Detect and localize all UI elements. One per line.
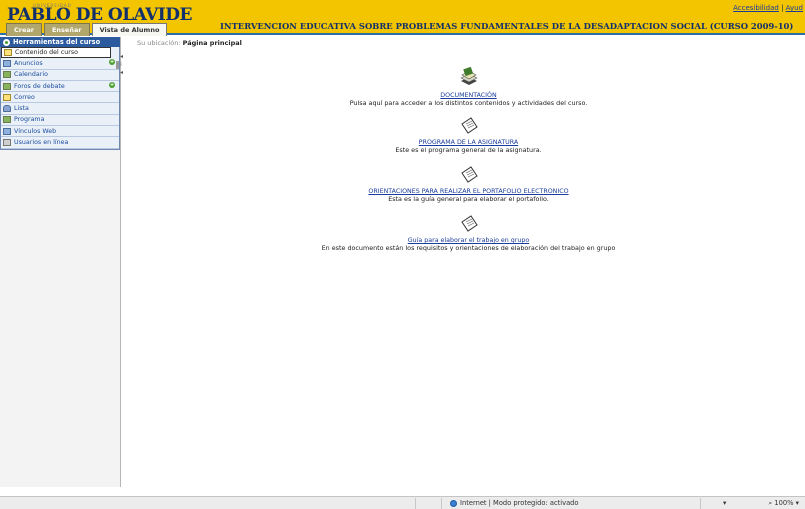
people-icon [3,105,11,113]
top-links: Accesibilidad | Ayud [733,4,803,12]
zoom-control[interactable]: ⌕ 100% ▾ [768,499,799,508]
breadcrumb-prefix: Su ubicación: [137,39,181,47]
globe-icon [450,499,457,507]
magnifier-icon: ⌕ [768,499,773,507]
browser-status-bar: Internet | Modo protegido: activado ▾ ⌕ … [0,496,805,509]
status-divider [700,498,701,509]
forum-icon [3,82,11,90]
sidebar-item-programa[interactable]: Programa [1,115,119,127]
folder-icon [4,49,12,57]
collapse-left-arrow-icon[interactable]: ◂ [120,69,123,77]
new-items-plus-icon: + [109,59,115,66]
sidebar-item-foros[interactable]: Foros de debate + [1,81,119,93]
guia-trabajo-grupo-link[interactable]: Guía para elaborar el trabajo en grupo [408,237,529,244]
zone-dropdown-icon[interactable]: ▾ [723,499,726,507]
sidebar-item-contenido[interactable]: Contenido del curso [1,47,119,69]
zoom-level: 100% [774,499,794,507]
sidebar-item-usuarios[interactable]: Usuarios en línea [1,137,119,149]
tab-ensenar[interactable]: Enseñar [43,23,90,36]
link-separator: | [781,4,784,12]
tools-icon [3,38,10,46]
accessibility-link[interactable]: Accesibilidad [733,4,779,12]
mode-tabs: Crear Enseñar Vista de Alumno [6,23,169,36]
browser-window: UNIVERSIDAD PABLO DE OLAVIDE Accesibilid… [0,0,805,509]
security-zone[interactable]: Internet | Modo protegido: activado [450,499,579,507]
content-item: Guía para elaborar el trabajo en grupo E… [132,214,805,252]
zoom-dropdown-icon[interactable]: ▾ [796,499,799,507]
sidebar-item-label: Usuarios en línea [14,139,69,147]
documentacion-link[interactable]: DOCUMENTACIÓN [440,92,496,99]
orientaciones-portafolio-link[interactable]: ORIENTACIONES PARA REALIZAR EL PORTAFOLI… [368,188,568,195]
main-content: Su ubicación: Página principal DOCUMENTA… [132,37,805,487]
tab-vista-alumno[interactable]: Vista de Alumno [91,23,168,36]
calendar-icon [3,71,11,79]
sidebar-item-label: Calendario [14,71,48,79]
sidebar-item-label: Anuncios [14,59,43,67]
header-banner: UNIVERSIDAD PABLO DE OLAVIDE Accesibilid… [0,0,805,36]
sidebar-item-label: Programa [14,116,45,124]
sidebar-item-label: Correo [14,93,35,101]
status-divider [415,498,416,509]
grip-icon: ⁞ [120,61,122,68]
item-description: Este es el programa general de la asigna… [395,146,542,154]
document-icon[interactable] [458,165,480,185]
university-logo[interactable]: UNIVERSIDAD PABLO DE OLAVIDE [7,2,192,24]
content-item: ORIENTACIONES PARA REALIZAR EL PORTAFOLI… [132,165,805,203]
sidebar-item-label: Lista [14,105,29,113]
collapse-sidebar-control[interactable]: ◂ ⁞ ◂ [120,53,123,77]
logo-text: PABLO DE OLAVIDE [7,5,192,25]
new-items-plus-icon: + [109,81,115,88]
item-description: Pulsa aquí para acceder a los distintos … [349,99,588,107]
tab-crear[interactable]: Crear [6,23,42,36]
item-description: Esta es la guía general para elaborar el… [388,195,549,203]
sidebar-item-vinculos[interactable]: Vínculos Web [1,126,119,138]
sidebar-item-correo[interactable]: Correo [1,92,119,104]
help-link[interactable]: Ayud [786,4,803,12]
sidebar-list: Contenido del curso Anuncios + Calendari… [0,47,120,150]
programa-asignatura-link[interactable]: PROGRAMA DE LA ASIGNATURA [419,139,518,146]
document-icon[interactable] [458,116,480,136]
sidebar-item-label: Contenido del curso [15,49,78,57]
sidebar-item-anuncios[interactable]: Anuncios + [1,58,119,70]
online-users-icon [3,139,11,147]
course-tools-sidebar: Herramientas del curso Contenido del cur… [0,37,121,487]
collapse-left-arrow-icon[interactable]: ◂ [120,53,123,61]
content-item: DOCUMENTACIÓN Pulsa aquí para acceder a … [132,67,805,107]
breadcrumb: Su ubicación: Página principal [137,39,242,47]
status-divider [441,498,442,509]
sidebar-heading-label: Herramientas del curso [13,38,101,46]
course-title: INTERVENCION EDUCATIVA SOBRE PROBLEMAS F… [220,21,794,31]
sidebar-item-label: Vínculos Web [14,127,57,135]
documents-stack-icon[interactable] [458,67,480,89]
content-item: PROGRAMA DE LA ASIGNATURA Este es el pro… [132,116,805,154]
sidebar-item-lista[interactable]: Lista [1,103,119,115]
program-icon [3,116,11,124]
breadcrumb-current: Página principal [182,39,242,47]
security-zone-label: Internet | Modo protegido: activado [460,499,579,507]
document-icon[interactable] [458,214,480,234]
sidebar-item-calendario[interactable]: Calendario [1,70,119,81]
item-description: En este documento están los requisitos y… [321,244,616,252]
web-links-icon [3,127,11,135]
announcements-icon [3,59,11,67]
mail-icon [3,93,11,101]
sidebar-item-label: Foros de debate [14,82,65,90]
sidebar-heading: Herramientas del curso [0,37,120,47]
